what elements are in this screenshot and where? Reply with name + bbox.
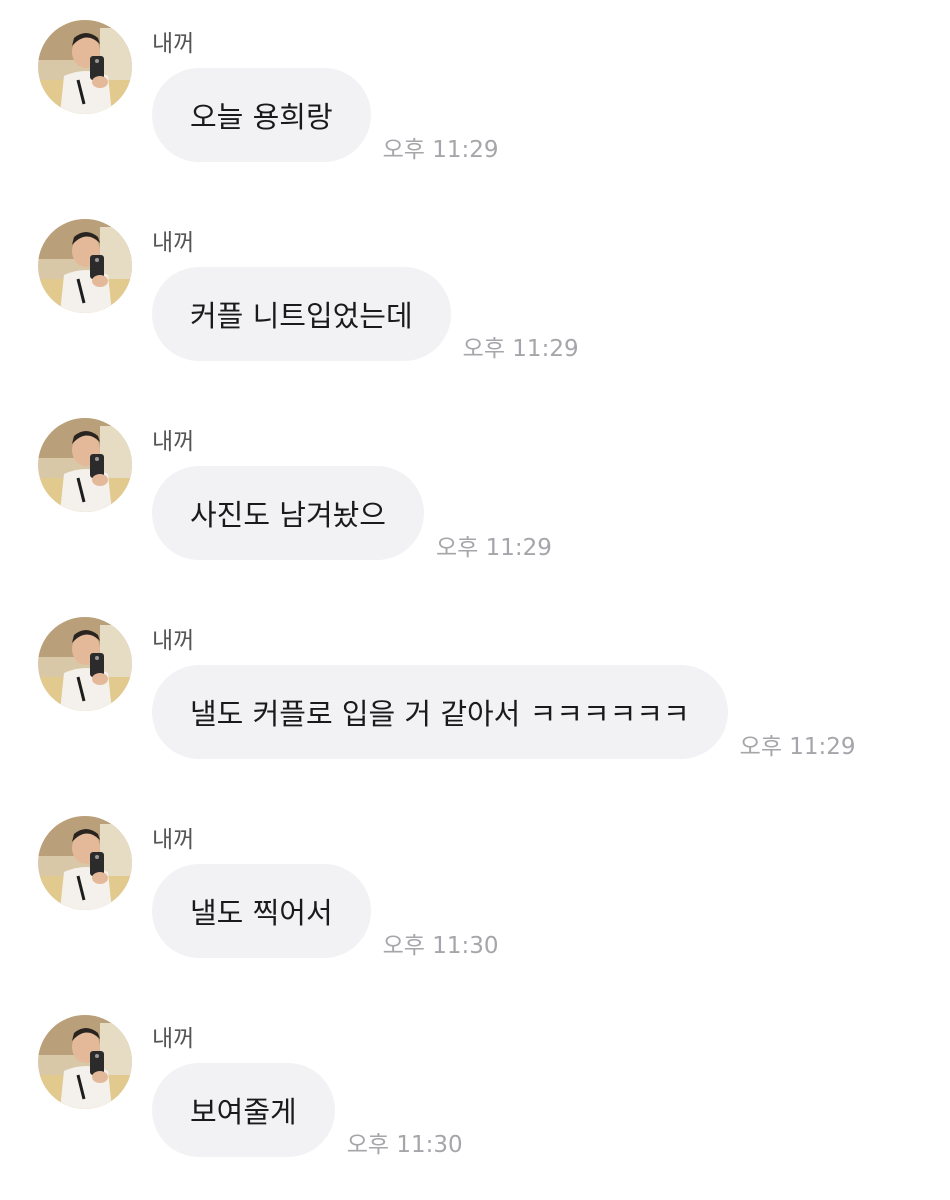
message-timestamp: 오후 11:29 [382,137,499,163]
message-timestamp: 오후 11:29 [435,535,552,561]
message-timestamp: 오후 11:29 [739,734,856,760]
message-bubble[interactable]: 낼도 찍어서 [152,864,371,958]
profile-photo-icon [38,617,132,711]
message-row: 커플 니트입었는데 오후 11:29 [152,267,579,362]
message-timestamp: 오후 11:30 [346,1132,463,1158]
profile-photo-icon [38,418,132,512]
message-group: 내꺼 커플 니트입었는데 오후 11:29 [0,199,950,362]
message-row: 낼도 찍어서 오후 11:30 [152,864,499,959]
sender-name: 내꺼 [152,230,195,256]
message-bubble[interactable]: 보여줄게 [152,1063,335,1157]
profile-photo-icon [38,816,132,910]
message-bubble[interactable]: 낼도 커플로 입을 거 같아서 ㅋㅋㅋㅋㅋㅋ [152,665,728,759]
message-bubble[interactable]: 커플 니트입었는데 [152,267,451,361]
message-group: 내꺼 낼도 커플로 입을 거 같아서 ㅋㅋㅋㅋㅋㅋ 오후 11:29 [0,597,950,760]
profile-photo-icon [38,1015,132,1109]
sender-name: 내꺼 [152,1026,195,1052]
message-row: 오늘 용희랑 오후 11:29 [152,68,499,163]
avatar[interactable] [38,816,132,910]
message-row: 낼도 커플로 입을 거 같아서 ㅋㅋㅋㅋㅋㅋ 오후 11:29 [152,665,856,760]
message-group: 내꺼 낼도 찍어서 오후 11:30 [0,796,950,959]
message-group: 내꺼 오늘 용희랑 오후 11:29 [0,0,950,163]
avatar[interactable] [38,20,132,114]
message-row: 보여줄게 오후 11:30 [152,1063,463,1158]
sender-name: 내꺼 [152,31,195,57]
profile-photo-icon [38,20,132,114]
message-group: 내꺼 사진도 남겨놨으 오후 11:29 [0,398,950,561]
sender-name: 내꺼 [152,628,195,654]
message-row: 사진도 남겨놨으 오후 11:29 [152,466,552,561]
sender-name: 내꺼 [152,827,195,853]
message-timestamp: 오후 11:30 [382,933,499,959]
message-bubble[interactable]: 오늘 용희랑 [152,68,371,162]
sender-name: 내꺼 [152,429,195,455]
avatar[interactable] [38,1015,132,1109]
message-bubble[interactable]: 사진도 남겨놨으 [152,466,424,560]
avatar[interactable] [38,418,132,512]
message-timestamp: 오후 11:29 [462,336,579,362]
chat-message-list[interactable]: 내꺼 오늘 용희랑 오후 11:29 내꺼 커플 니트입었는데 오후 11:29… [0,0,950,1200]
avatar[interactable] [38,219,132,313]
profile-photo-icon [38,219,132,313]
avatar[interactable] [38,617,132,711]
message-group: 내꺼 보여줄게 오후 11:30 [0,995,950,1158]
